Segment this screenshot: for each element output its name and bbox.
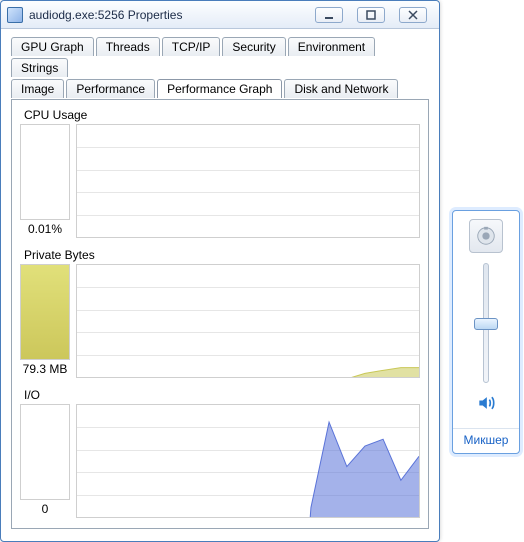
tab-panel: CPU Usage 0.01% Private Bytes 79.3 MB [11,99,429,529]
tab-row-2: Image Performance Performance Graph Disk… [11,79,429,98]
output-device-icon[interactable] [469,219,503,253]
cpu-mini-chart [20,124,70,220]
maximize-button[interactable] [357,7,385,23]
tab-disk-and-network[interactable]: Disk and Network [284,79,398,98]
tab-row-1: GPU Graph Threads TCP/IP Security Enviro… [11,37,429,77]
pb-row: 79.3 MB [20,264,420,378]
properties-window: audiodg.exe:5256 Properties GPU Graph Th… [0,0,440,542]
io-mini-chart [20,404,70,500]
cpu-series [77,125,419,238]
pb-history-chart [76,264,420,378]
titlebar[interactable]: audiodg.exe:5256 Properties [1,1,439,29]
speaker-icon[interactable] [476,393,496,418]
tab-performance[interactable]: Performance [66,79,155,98]
tab-performance-graph[interactable]: Performance Graph [157,79,282,98]
io-series [77,405,419,518]
tab-image[interactable]: Image [11,79,64,98]
tab-tcpip[interactable]: TCP/IP [162,37,221,56]
pb-label: Private Bytes [24,248,420,262]
io-history-chart [76,404,420,518]
app-icon [7,7,23,23]
window-buttons [315,7,433,23]
cpu-history-chart [76,124,420,238]
tab-threads[interactable]: Threads [96,37,160,56]
io-row: 0 [20,404,420,518]
volume-flyout: Микшер [452,210,520,454]
pb-series [77,265,419,378]
cpu-row: 0.01% [20,124,420,238]
tab-strings[interactable]: Strings [11,58,68,77]
tab-environment[interactable]: Environment [288,37,375,56]
client-area: GPU Graph Threads TCP/IP Security Enviro… [1,29,439,541]
window-title: audiodg.exe:5256 Properties [29,8,315,22]
tab-security[interactable]: Security [222,37,285,56]
mixer-link[interactable]: Микшер [453,428,519,447]
volume-slider[interactable] [483,263,489,383]
tab-gpu-graph[interactable]: GPU Graph [11,37,94,56]
cpu-value: 0.01% [20,222,70,236]
cpu-label: CPU Usage [24,108,420,122]
io-value: 0 [20,502,70,516]
volume-thumb[interactable] [474,318,498,330]
minimize-button[interactable] [315,7,343,23]
pb-value: 79.3 MB [20,362,70,376]
io-label: I/O [24,388,420,402]
close-button[interactable] [399,7,427,23]
pb-mini-chart [20,264,70,360]
